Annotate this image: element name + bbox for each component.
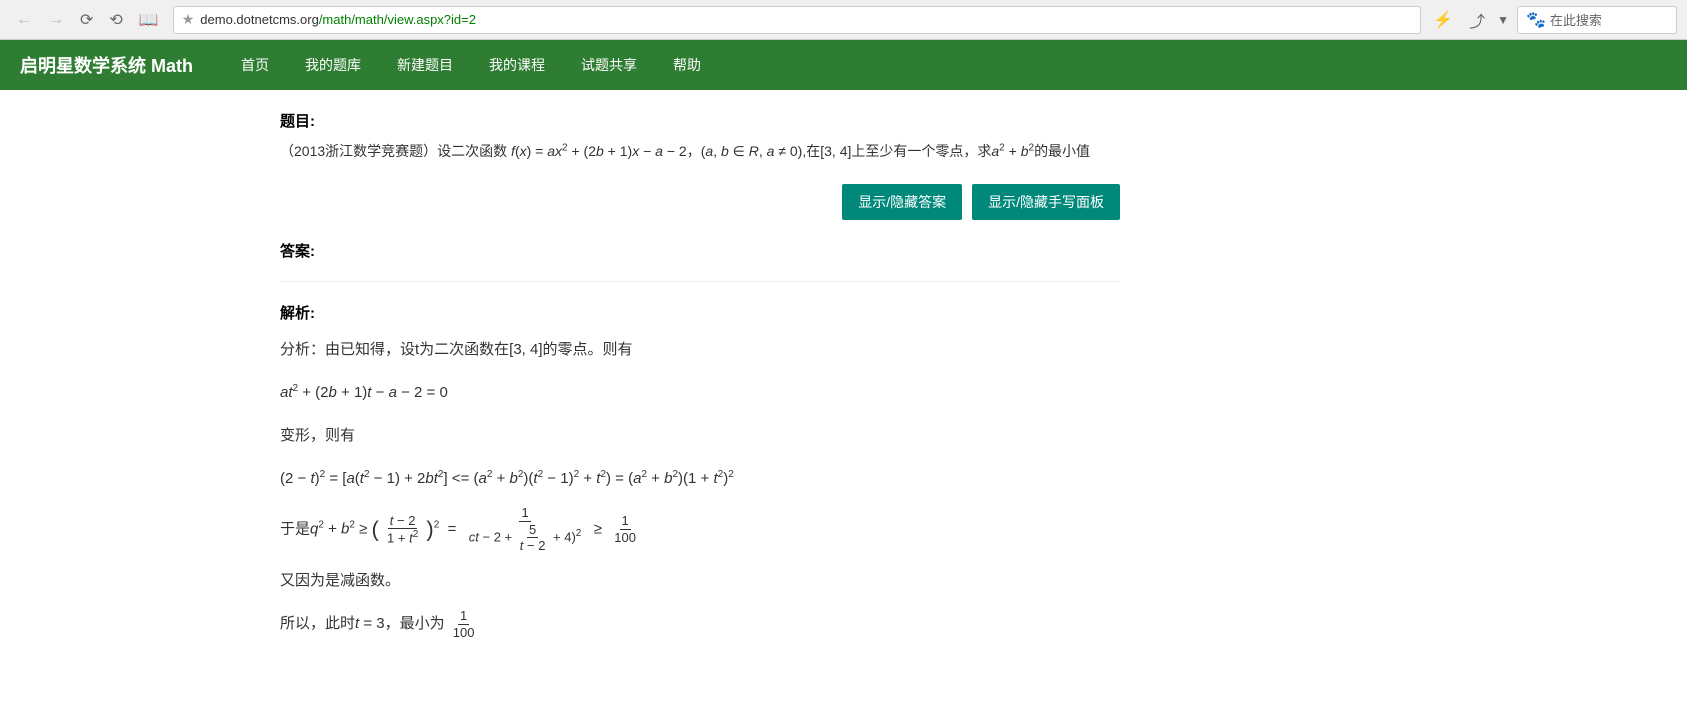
show-answer-button[interactable]: 显示/隐藏答案 — [842, 184, 962, 220]
because-text: 又因为是减函数。 — [280, 564, 1120, 597]
thunder-icon: ⚡ — [1433, 10, 1453, 30]
search-placeholder-text: 在此搜索 — [1550, 10, 1602, 29]
nav-item-help[interactable]: 帮助 — [655, 40, 719, 90]
search-area[interactable]: 🐾 在此搜索 — [1517, 6, 1677, 34]
nav-item-share[interactable]: 试题共享 — [563, 40, 655, 90]
site-title: 启明星数学系统 Math — [20, 52, 193, 78]
address-bar[interactable]: ★ demo.dotnetcms.org/math/math/view.aspx… — [173, 6, 1421, 34]
reload-button[interactable]: ⟲ — [103, 8, 128, 32]
bookmarks-button[interactable]: 📖 — [133, 8, 165, 32]
deformation-text: 变形，则有 — [280, 419, 1120, 452]
analysis-intro: 分析：由已知得，设t为二次函数在[3, 4]的零点。则有 — [280, 333, 1120, 366]
equation-2: (2 − t)2 = [a(t2 − 1) + 2bt2] <= (a2 + b… — [280, 462, 1120, 495]
divider — [280, 281, 1120, 282]
search-dog-icon: 🐾 — [1526, 10, 1546, 30]
therefore-text: 所以，此时t = 3，最小为 1 100 — [280, 607, 1120, 640]
analysis-label: 解析: — [280, 302, 1120, 323]
nav-bar: 启明星数学系统 Math 首页 我的题库 新建题目 我的课程 试题共享 帮助 — [0, 40, 1687, 90]
question-text: （2013浙江数学竞赛题）设二次函数 f(x) = ax2 + (2b + 1)… — [280, 139, 1120, 164]
forward-button[interactable]: → — [42, 9, 70, 31]
url-text: demo.dotnetcms.org/math/math/view.aspx?i… — [200, 12, 1412, 27]
question-section: 题目: （2013浙江数学竞赛题）设二次函数 f(x) = ax2 + (2b … — [280, 110, 1120, 164]
nav-menu: 首页 我的题库 新建题目 我的课程 试题共享 帮助 — [223, 40, 719, 90]
back-button[interactable]: ← — [10, 9, 38, 31]
show-handwriting-button[interactable]: 显示/隐藏手写面板 — [972, 184, 1120, 220]
refresh-button[interactable]: ⟳ — [74, 8, 99, 32]
star-icon: ★ — [182, 11, 195, 28]
share-icon: ⤴ — [1469, 8, 1485, 32]
dropdown-icon: ▼ — [1497, 13, 1509, 27]
button-row: 显示/隐藏答案 显示/隐藏手写面板 — [280, 184, 1120, 220]
nav-buttons: ← → ⟳ ⟲ 📖 — [10, 8, 165, 32]
nav-item-myproblems[interactable]: 我的题库 — [287, 40, 379, 90]
analysis-section: 解析: 分析：由已知得，设t为二次函数在[3, 4]的零点。则有 at2 + (… — [280, 302, 1120, 640]
answer-label: 答案: — [280, 240, 1120, 261]
nav-item-home[interactable]: 首页 — [223, 40, 287, 90]
answer-section: 答案: — [280, 240, 1120, 261]
equation-3: 于是q2 + b2 ≥ ( t − 2 1 + t2 )2 = 1 ct − 2… — [280, 505, 1120, 554]
main-content: 题目: （2013浙江数学竞赛题）设二次函数 f(x) = ax2 + (2b … — [0, 90, 1400, 670]
nav-item-newproblem[interactable]: 新建题目 — [379, 40, 471, 90]
question-label: 题目: — [280, 110, 1120, 131]
equation-1: at2 + (2b + 1)t − a − 2 = 0 — [280, 376, 1120, 409]
nav-item-mycourse[interactable]: 我的课程 — [471, 40, 563, 90]
browser-chrome: ← → ⟳ ⟲ 📖 ★ demo.dotnetcms.org/math/math… — [0, 0, 1687, 40]
